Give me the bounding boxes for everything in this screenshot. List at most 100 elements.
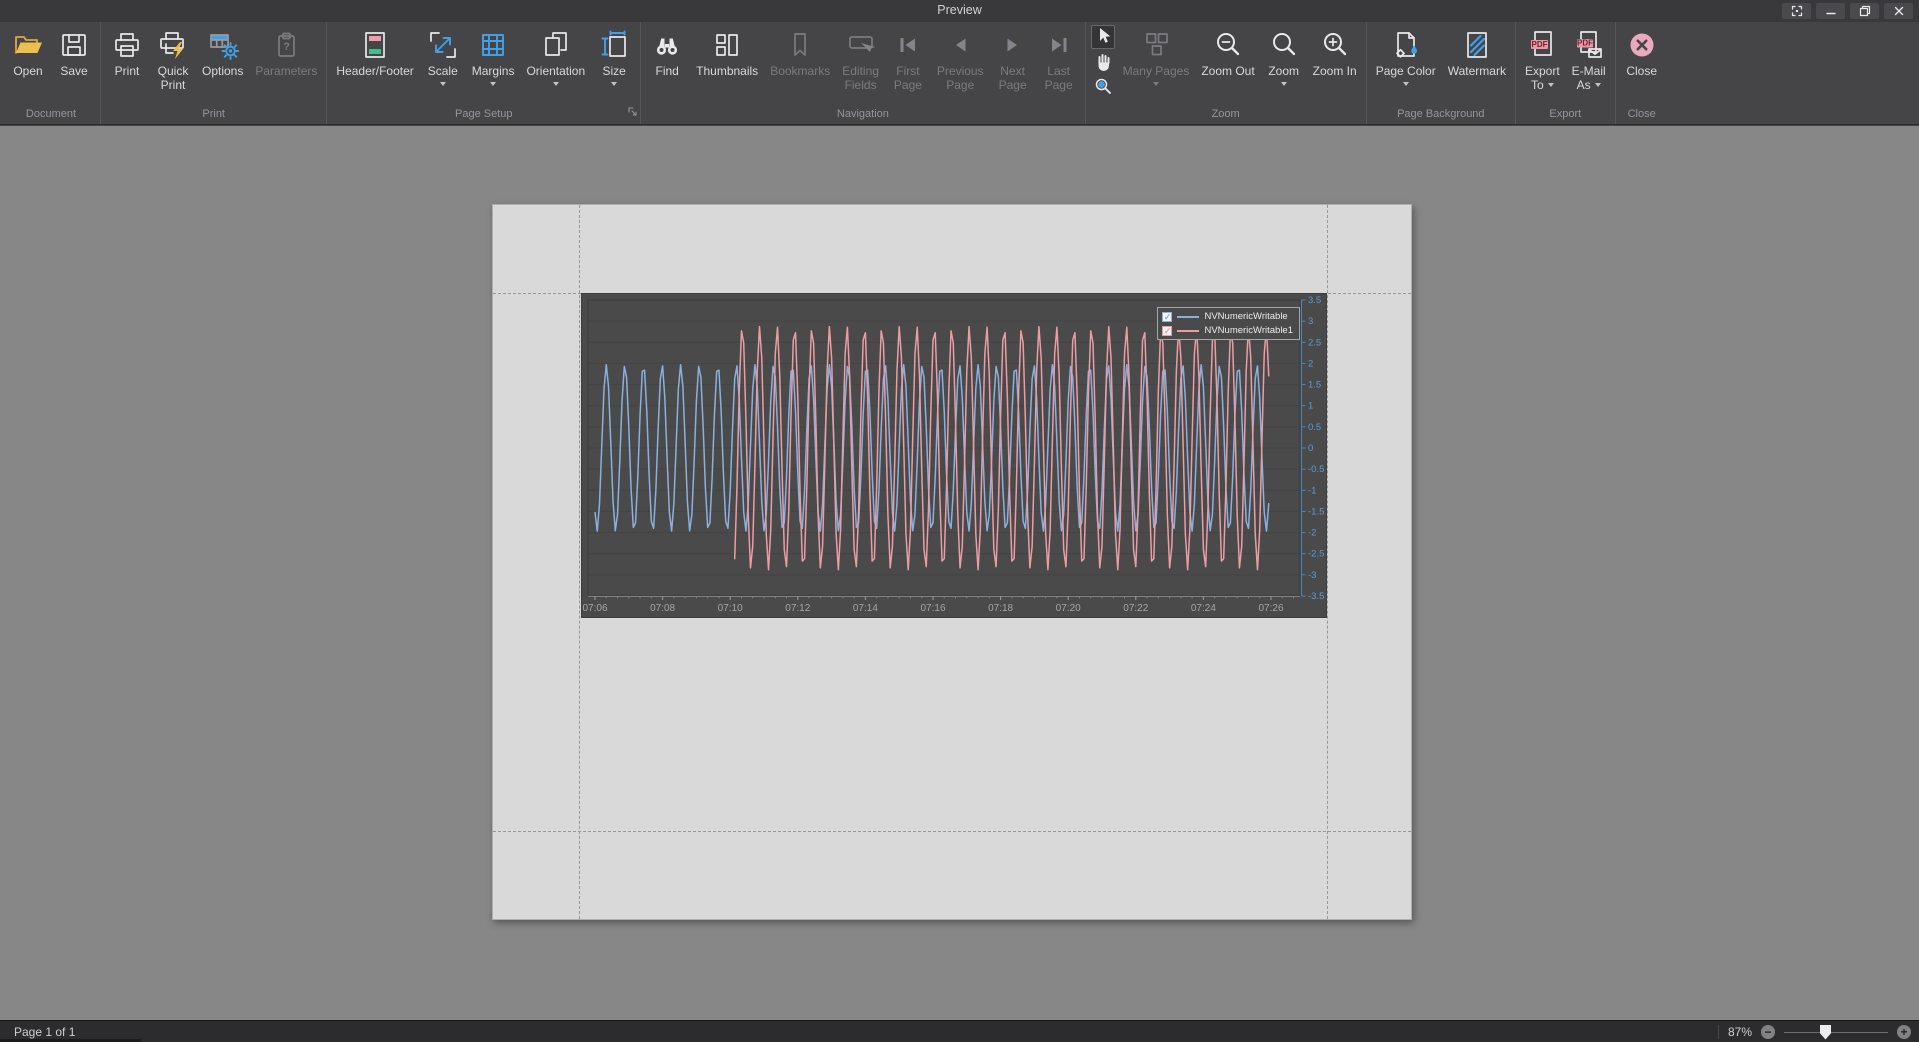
svg-text:07:08: 07:08 xyxy=(650,603,675,614)
zoom-region-tool-button[interactable] xyxy=(1091,75,1115,99)
print-button[interactable]: Print xyxy=(104,23,150,93)
next-page-button[interactable]: NextPage xyxy=(990,23,1036,93)
legend-checkbox-checked-icon[interactable]: ✓ xyxy=(1162,312,1172,322)
pointer-tool-button[interactable] xyxy=(1091,25,1115,49)
size-dropdown-icon xyxy=(611,82,617,86)
parameters-button[interactable]: ? Parameters xyxy=(249,23,323,93)
svg-text:-2.5: -2.5 xyxy=(1308,549,1324,560)
watermark-label: Watermark xyxy=(1448,65,1506,79)
previous-page-label2: Page xyxy=(946,79,974,93)
window-title: Preview xyxy=(0,3,1919,17)
margin-guide-left xyxy=(579,205,580,919)
zoom-region-icon xyxy=(1092,75,1114,100)
zoom-in-button[interactable]: Zoom In xyxy=(1307,23,1363,93)
svg-text:07:18: 07:18 xyxy=(988,603,1013,614)
svg-text:-0.5: -0.5 xyxy=(1308,464,1324,475)
email-as-dropdown-icon xyxy=(1595,83,1601,87)
page-setup-dialog-launcher-icon[interactable] xyxy=(628,103,637,121)
page-color-dropdown-icon xyxy=(1403,82,1409,86)
margins-label: Margins xyxy=(472,65,515,79)
quick-print-label2: Print xyxy=(161,79,186,93)
minus-icon: − xyxy=(1764,1027,1771,1037)
preview-canvas[interactable]: 07:0607:0807:1007:1207:1407:1607:1807:20… xyxy=(0,126,1919,1020)
find-button[interactable]: Find xyxy=(644,23,690,93)
svg-text:0: 0 xyxy=(1308,443,1313,454)
editing-fields-button[interactable]: EditingFields xyxy=(836,23,885,93)
group-caption-page-background: Page Background xyxy=(1370,106,1512,124)
zoom-control: 87% − + xyxy=(1718,1021,1911,1042)
group-caption-zoom: Zoom xyxy=(1089,106,1363,124)
fullscreen-icon xyxy=(1791,5,1803,17)
previous-page-button[interactable]: PreviousPage xyxy=(931,23,990,93)
save-button[interactable]: Save xyxy=(51,23,97,93)
hand-tool-button[interactable] xyxy=(1091,50,1115,74)
thumbnails-label: Thumbnails xyxy=(696,65,758,79)
svg-text:-2: -2 xyxy=(1308,528,1316,539)
header-footer-button[interactable]: Header/Footer xyxy=(330,23,419,93)
watermark-button[interactable]: Watermark xyxy=(1442,23,1512,93)
options-button[interactable]: Options xyxy=(196,23,249,93)
first-page-button[interactable]: FirstPage xyxy=(885,23,931,93)
fullscreen-button[interactable] xyxy=(1782,3,1811,19)
zoom-slider[interactable] xyxy=(1784,1025,1888,1039)
zoom-out-button[interactable]: Zoom Out xyxy=(1195,23,1260,93)
zoom-in-status-button[interactable]: + xyxy=(1897,1025,1911,1039)
export-to-button[interactable]: PDF ExportTo xyxy=(1519,23,1566,93)
open-label: Open xyxy=(13,65,42,79)
first-page-icon xyxy=(892,27,924,63)
svg-text:3: 3 xyxy=(1308,316,1313,327)
orientation-icon xyxy=(540,27,572,63)
svg-text:-3: -3 xyxy=(1308,570,1316,581)
legend-checkbox-checked-icon[interactable]: ✓ xyxy=(1162,326,1172,336)
status-bar: Page 1 of 1 87% − + xyxy=(0,1020,1919,1042)
many-pages-icon xyxy=(1140,27,1172,63)
size-button[interactable]: Size xyxy=(591,23,637,93)
svg-text:07:16: 07:16 xyxy=(920,603,945,614)
export-to-label2: To xyxy=(1531,79,1554,93)
close-circle-icon xyxy=(1626,27,1658,63)
page-info: Page 1 of 1 xyxy=(14,1025,75,1039)
zoom-out-status-button[interactable]: − xyxy=(1761,1025,1775,1039)
margin-guide-right xyxy=(1327,205,1328,919)
scale-button[interactable]: Scale xyxy=(420,23,466,93)
zoom-slider-thumb[interactable] xyxy=(1820,1025,1831,1040)
many-pages-label: Many Pages xyxy=(1123,65,1190,79)
zoom-icon xyxy=(1268,27,1300,63)
many-pages-button[interactable]: Many Pages xyxy=(1117,23,1196,93)
thumbnails-button[interactable]: Thumbnails xyxy=(690,23,764,93)
svg-text:07:24: 07:24 xyxy=(1191,603,1216,614)
many-pages-dropdown-icon xyxy=(1153,82,1159,86)
email-as-button[interactable]: PDF E-MailAs xyxy=(1566,23,1612,93)
ribbon-group-document: Open Save Document xyxy=(2,22,101,124)
editing-fields-icon xyxy=(845,27,877,63)
svg-text:07:06: 07:06 xyxy=(582,603,607,614)
open-folder-icon xyxy=(12,27,44,63)
margins-button[interactable]: Margins xyxy=(466,23,521,93)
svg-text:-1: -1 xyxy=(1308,485,1316,496)
bookmarks-button[interactable]: Bookmarks xyxy=(764,23,836,93)
orientation-dropdown-icon xyxy=(553,82,559,86)
statusbar-divider xyxy=(1718,1025,1719,1039)
find-icon xyxy=(651,27,683,63)
open-button[interactable]: Open xyxy=(5,23,51,93)
minimize-button[interactable] xyxy=(1816,3,1845,19)
svg-text:-3.5: -3.5 xyxy=(1308,591,1324,602)
zoom-label: Zoom xyxy=(1268,65,1299,79)
close-preview-button[interactable]: Close xyxy=(1619,23,1665,93)
quick-print-button[interactable]: QuickPrint xyxy=(150,23,196,93)
page-color-button[interactable]: Page Color xyxy=(1370,23,1442,93)
last-page-button[interactable]: LastPage xyxy=(1036,23,1082,93)
close-window-button[interactable] xyxy=(1884,3,1913,19)
document-page: 07:0607:0807:1007:1207:1407:1607:1807:20… xyxy=(492,204,1412,920)
zoom-button[interactable]: Zoom xyxy=(1261,23,1307,93)
svg-text:1: 1 xyxy=(1308,401,1313,412)
zoom-dropdown-icon xyxy=(1281,82,1287,86)
restore-button[interactable] xyxy=(1850,3,1879,19)
line-chart: 07:0607:0807:1007:1207:1407:1607:1807:20… xyxy=(582,294,1326,617)
save-icon xyxy=(58,27,90,63)
orientation-button[interactable]: Orientation xyxy=(520,23,591,93)
ribbon-group-zoom: Many Pages Zoom Out Zoom Zoom In Zoom xyxy=(1086,22,1367,124)
export-to-label: Export xyxy=(1525,65,1560,79)
restore-icon xyxy=(1859,5,1871,17)
first-page-label2: Page xyxy=(894,79,922,93)
